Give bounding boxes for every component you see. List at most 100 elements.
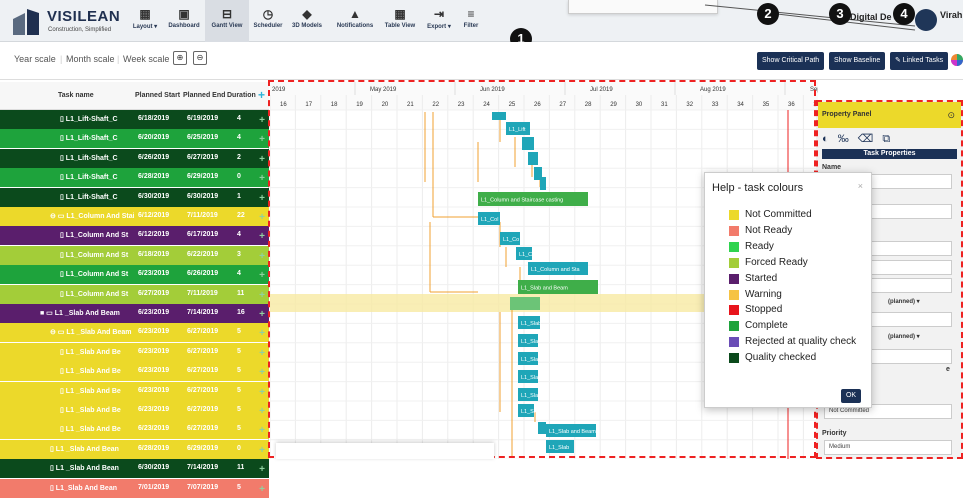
week-label: 35 [763,102,770,108]
duration: 22 [237,212,245,219]
help-close-icon[interactable]: × [858,181,863,191]
task-row[interactable]: ⊖ ▭ L1_Column And Stair 6/12/2019 7/11/201… [0,207,269,226]
add-row-icon[interactable]: + [259,251,265,262]
ok-button[interactable]: OK [841,389,861,403]
gantt-bar-label: L1_Slab [521,321,541,327]
task-row[interactable]: ▯ L1 _Slab And Be 6/23/2019 6/27/2019 5 + [0,342,269,362]
nav-scheduler[interactable]: ◷ Scheduler [251,0,285,42]
task-row[interactable]: ▯ L1_Lift-Shaft_C 6/30/2019 6/30/2019 1 + [0,187,269,207]
add-row-icon[interactable]: + [259,154,265,165]
project-selector[interactable]: Digital De ▾ [850,12,899,23]
nav-dashboard[interactable]: ▣ Dashboard [165,0,203,42]
task-row[interactable]: ▯ L1_Column And St 6/18/2019 6/22/2019 3 + [0,245,269,265]
user-name[interactable]: Virah [940,10,962,20]
add-row-icon[interactable]: + [259,484,265,495]
gantt-bar [510,297,540,310]
show-baseline-button[interactable]: Show Baseline [829,52,886,70]
task-row[interactable]: ▯ L1_Column And St 6/23/2019 6/26/2019 4 + [0,265,269,285]
task-row[interactable]: ▯ L1 _Slab And Be 6/23/2019 6/27/2019 5 + [0,420,269,440]
planned-dropdown-2[interactable]: (planned) ▾ [888,333,920,340]
col-duration[interactable]: Duration [227,92,256,99]
nav-gantt-view[interactable]: ⊟ Gantt View [205,0,249,42]
planned-end: 6/27/2019 [187,406,219,413]
zoom-out-icon[interactable]: ⊖ [193,51,207,65]
nav-filter[interactable]: ≡ Filter [459,0,483,42]
copy-icon[interactable]: ⧉ [882,133,890,145]
col-planned-start[interactable]: Planned Start [135,92,180,99]
link-icon[interactable]: ‰ [838,133,849,145]
task-row[interactable]: ▯ L1 _Slab And Be 6/23/2019 6/27/2019 5 + [0,381,269,401]
add-task-icon[interactable]: + [258,88,265,102]
task-row[interactable]: ▯ L1_Lift-Shaft_C 6/28/2019 6/29/2019 0 + [0,168,269,188]
planned-dropdown-1[interactable]: (planned) ▾ [888,298,920,305]
priority-select[interactable]: Medium [824,440,952,455]
add-row-icon[interactable]: + [259,328,265,339]
linked-tasks-button[interactable]: ✎ Linked Tasks [890,52,949,70]
task-row[interactable]: ▯ L1 _Slab And Bean 6/28/2019 6/29/2019 0 + [0,439,269,459]
year-scale-link[interactable]: Year scale [14,54,56,64]
add-row-icon[interactable]: + [259,348,265,359]
nav-notifications[interactable]: ▲ Notifications [330,0,380,42]
week-scale-link[interactable]: Week scale [123,54,169,64]
delete-icon[interactable]: ⌫ [858,133,874,145]
week-label: 25 [509,102,516,108]
planned-end: 6/27/2019 [187,328,219,336]
add-row-icon[interactable]: + [259,425,265,436]
task-row[interactable]: ▯ L1_Column And St 6/27/2019 7/11/2019 11 + [0,284,269,304]
nav-table-view[interactable]: ▦ Table View [381,0,419,42]
planned-start: 6/26/2019 [138,153,170,161]
color-wheel-icon[interactable] [950,53,963,67]
add-row-icon[interactable]: + [259,212,265,223]
nav-3d-models[interactable]: ◆ 3D Models [287,0,327,42]
add-row-icon[interactable]: + [259,231,265,242]
add-row-icon[interactable]: + [259,387,265,398]
avatar[interactable] [915,9,937,31]
task-row[interactable]: ■ ▭ L1 _Slab And Beam 6/23/2019 7/14/2019 1… [0,304,269,323]
task-row[interactable]: ▯ L1_Lift-Shaft_C 6/20/2019 6/25/2019 4 + [0,129,269,149]
col-planned-end[interactable]: Planned End [183,92,225,99]
task-row[interactable]: ▯ L1 _Slab And Be 6/23/2019 6/27/2019 5 + [0,362,269,382]
info-icon[interactable]: ◐ [822,133,829,145]
planned-end: 7/11/2019 [187,212,218,219]
task-row[interactable]: ⊖ ▭ L1 _Slab And Beam 6/23/2019 6/27/2019 5… [0,323,269,343]
add-row-icon[interactable]: + [259,406,265,417]
add-row-icon[interactable]: + [259,115,265,126]
task-row[interactable]: ▯ L1_Column And St 6/12/2019 6/17/2019 4 + [0,226,269,246]
planned-start: 6/23/2019 [138,386,170,394]
nav-export[interactable]: ⇥ Export ▾ [422,0,456,42]
gantt-bar-label: L1_Sla [521,393,539,399]
show-critical-path-button[interactable]: Show Critical Path [757,52,825,70]
panel-action-icons: ◐ ‰ ⌫ ⧉ [822,132,890,146]
add-row-icon[interactable]: + [259,193,265,204]
panel-close-icon[interactable]: ⊙ [947,110,955,121]
planned-start: 6/23/2019 [138,347,170,355]
task-name: ▯ L1_Lift-Shaft_C [60,135,118,143]
add-row-icon[interactable]: + [259,464,265,475]
add-row-icon[interactable]: + [259,290,265,301]
add-row-icon[interactable]: + [259,173,265,184]
legend-label: Warning [745,288,782,300]
task-row[interactable]: ▯ L1_Slab And Bean 7/01/2019 7/07/2019 5 + [0,478,269,498]
col-task-name[interactable]: Task name [58,92,94,99]
add-row-icon[interactable]: + [259,367,265,378]
month-label: Sep 2019 [810,87,818,93]
grid-header: Task name Planned Start Planned End Dura… [0,82,269,110]
add-row-icon[interactable]: + [259,270,265,281]
week-label: 19 [356,102,363,108]
legend-swatch [729,337,739,348]
task-row[interactable]: ▯ L1_Lift-Shaft_C 6/18/2019 6/19/2019 4 + [0,110,269,129]
legend-swatch [729,257,739,268]
task-row[interactable]: ▯ L1 _Slab And Be 6/23/2019 6/27/2019 5 + [0,401,269,420]
zoom-in-icon[interactable]: ⊕ [173,51,187,65]
add-row-icon[interactable]: + [259,445,265,456]
planned-end: 6/26/2019 [187,270,219,278]
duration: 5 [237,386,241,394]
task-row[interactable]: ▯ L1_Lift-Shaft_C 6/26/2019 6/27/2019 2 + [0,148,269,168]
month-scale-link[interactable]: Month scale [66,54,115,64]
gantt-bar-label: L1_C [519,252,532,258]
add-row-icon[interactable]: + [259,134,265,145]
add-row-icon[interactable]: + [259,309,265,320]
task-row[interactable]: ▯ L1 _Slab And Bean 6/30/2019 7/14/2019 11 + [0,459,269,479]
nav-layout[interactable]: ▦ Layout ▾ [125,0,165,42]
planned-start: 6/23/2019 [138,270,170,278]
